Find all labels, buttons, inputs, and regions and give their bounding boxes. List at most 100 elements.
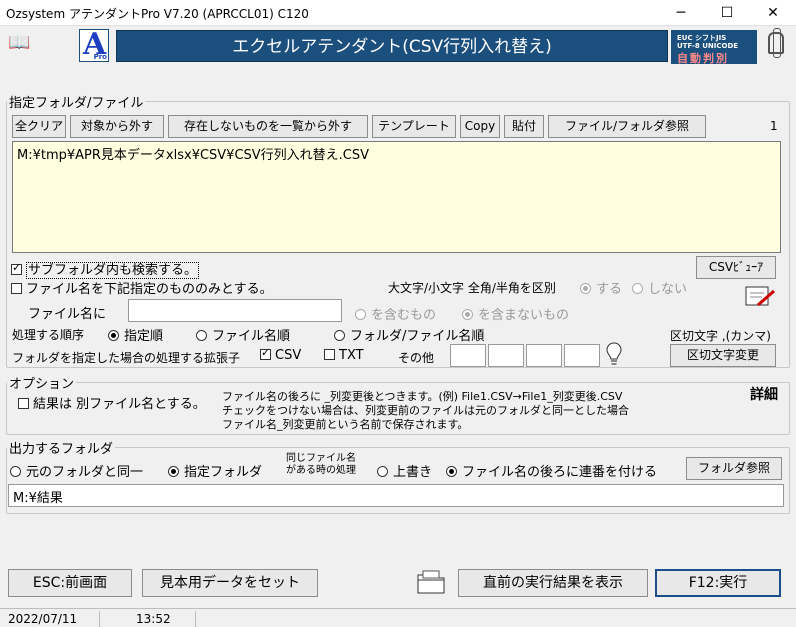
radio-icon[interactable] <box>446 466 457 477</box>
not-contains-label: を含まないもの <box>478 308 570 323</box>
minimize-button[interactable]: ─ <box>658 0 704 26</box>
case-no-label: しない <box>648 282 688 297</box>
case-no-radio[interactable]: しない <box>632 278 687 297</box>
file-folder-browse-button[interactable]: ファイル/フォルダ参照 <box>548 115 706 138</box>
radio-icon[interactable] <box>10 466 21 477</box>
ext-csv-label: CSV <box>275 348 302 363</box>
order-label: 処理する順序 <box>12 328 85 342</box>
clear-all-button[interactable]: 全クリア <box>12 115 66 138</box>
csv-viewer-button[interactable]: CSVﾋﾞｭｰｱ <box>696 256 776 279</box>
radio-icon[interactable] <box>580 283 591 294</box>
copy-button[interactable]: Copy <box>460 115 500 138</box>
radio-icon[interactable] <box>196 330 207 341</box>
edit-filter-icon[interactable] <box>744 283 776 311</box>
logo-sub: Pro <box>93 53 107 61</box>
remove-selected-button[interactable]: 対象から外す <box>70 115 164 138</box>
search-subfolders-checkbox[interactable]: サブフォルダ内も検索する。 <box>11 259 200 279</box>
separate-file-checkbox[interactable]: 結果は 別ファイル名とする。 <box>18 393 206 412</box>
details-link[interactable]: 詳細 <box>750 384 778 404</box>
order-filename-radio[interactable]: ファイル名順 <box>196 325 290 344</box>
ext-txt-label: TXT <box>339 348 364 363</box>
delimiter-change-button[interactable]: 区切文字変更 <box>670 344 776 367</box>
filename-label: ファイル名に <box>28 307 107 322</box>
paste-button[interactable]: 貼付 <box>504 115 544 138</box>
overwrite-label: 上書き <box>393 465 433 480</box>
not-contains-radio[interactable]: を含まないもの <box>462 304 569 323</box>
file-list[interactable]: M:¥tmp¥APR見本データxlsx¥CSV¥CSV行列入れ替え.CSV <box>12 141 781 253</box>
show-last-result-button[interactable]: 直前の実行結果を表示 <box>458 569 648 597</box>
filter-filename-checkbox[interactable]: ファイル名を下記指定のもののみとする。 <box>11 278 273 297</box>
case-yes-label: する <box>596 282 623 297</box>
app-banner: エクセルアテンダント(CSV行列入れ替え) <box>116 30 668 62</box>
extension-label: フォルダを指定した場合の処理する拡張子 <box>12 351 241 365</box>
radio-icon[interactable] <box>632 283 643 294</box>
append-number-radio[interactable]: ファイル名の後ろに連番を付ける <box>446 461 657 480</box>
contains-radio[interactable]: を含むもの <box>355 304 436 323</box>
checkbox-icon[interactable] <box>260 346 271 360</box>
folder-browse-button[interactable]: フォルダ参照 <box>686 457 782 480</box>
app-logo: A Pro <box>79 27 109 62</box>
radio-icon[interactable] <box>334 330 345 341</box>
radio-icon[interactable] <box>108 330 119 341</box>
separate-file-label: 結果は 別ファイル名とする。 <box>33 397 206 412</box>
set-sample-data-button[interactable]: 見本用データをセット <box>142 569 318 597</box>
order-specified-label: 指定順 <box>124 329 164 344</box>
esc-back-button[interactable]: ESC:前画面 <box>8 569 132 597</box>
title-bar: Ozsystem アテンダントPro V7.20 (APRCCL01) C120… <box>0 0 796 26</box>
folder-icon[interactable] <box>416 568 446 596</box>
radio-icon[interactable] <box>168 466 179 477</box>
filter-filename-label: ファイル名を下記指定のもののみとする。 <box>26 282 273 297</box>
ext-other-input-1[interactable] <box>450 344 486 367</box>
close-button[interactable]: ✕ <box>750 0 796 26</box>
maximize-button[interactable]: ☐ <box>704 0 750 26</box>
order-folder-filename-radio[interactable]: フォルダ/ファイル名順 <box>334 325 484 344</box>
file-section-legend: 指定フォルダ/ファイル <box>9 96 144 111</box>
ext-other-input-3[interactable] <box>526 344 562 367</box>
status-date: 2022/07/11 <box>0 611 100 627</box>
order-folder-filename-label: フォルダ/ファイル名順 <box>350 329 485 344</box>
same-name-line1: 同じファイル名 <box>286 453 356 464</box>
overwrite-radio[interactable]: 上書き <box>377 461 432 480</box>
lightbulb-icon[interactable] <box>606 341 622 367</box>
contains-label: を含むもの <box>371 308 437 323</box>
checkbox-icon[interactable] <box>11 283 22 294</box>
ext-other-label: その他 <box>398 351 435 365</box>
paperclip-icon[interactable] <box>764 28 790 68</box>
radio-icon[interactable] <box>462 309 473 320</box>
radio-icon[interactable] <box>377 466 388 477</box>
checkbox-icon[interactable] <box>18 398 29 409</box>
remove-missing-button[interactable]: 存在しないものを一覧から外す <box>168 115 368 138</box>
option-note-3: ファイル名_列変更前という名前で保存されます。 <box>222 418 469 431</box>
manual-book-icon[interactable]: 📖 <box>8 32 30 53</box>
encoding-line3: 自動判別 <box>677 52 729 65</box>
order-filename-label: ファイル名順 <box>212 329 291 344</box>
filename-filter-input[interactable] <box>128 299 342 322</box>
template-button[interactable]: テンプレート <box>372 115 456 138</box>
delimiter-label: 区切文字 ,(カンマ) <box>670 329 771 343</box>
search-subfolders-label: サブフォルダ内も検索する。 <box>26 262 200 279</box>
checkbox-icon[interactable] <box>11 261 22 275</box>
same-folder-radio[interactable]: 元のフォルダと同一 <box>10 461 143 480</box>
case-yes-radio[interactable]: する <box>580 278 622 297</box>
ext-other-input-4[interactable] <box>564 344 600 367</box>
encoding-badge: EUC シフトJIS UTF-8 UNICODE 自動判別 <box>671 30 757 65</box>
case-sensitive-label: 大文字/小文字 全角/半角を区別 <box>388 281 556 295</box>
order-specified-radio[interactable]: 指定順 <box>108 325 163 344</box>
encoding-line2: UTF-8 UNICODE <box>677 42 739 50</box>
file-count: 1 <box>770 119 778 133</box>
append-number-label: ファイル名の後ろに連番を付ける <box>462 465 658 480</box>
status-bar: 2022/07/11 13:52 <box>0 608 796 627</box>
output-path-input[interactable]: M:¥結果 <box>8 484 784 507</box>
ext-csv-checkbox[interactable]: CSV <box>260 346 302 363</box>
specified-folder-radio[interactable]: 指定フォルダ <box>168 461 262 480</box>
status-time: 13:52 <box>100 611 196 627</box>
same-name-line2: がある時の処理 <box>286 465 356 476</box>
same-name-handling-label: 同じファイル名 がある時の処理 <box>286 453 356 477</box>
checkbox-icon[interactable] <box>324 349 335 360</box>
ext-other-input-2[interactable] <box>488 344 524 367</box>
ext-txt-checkbox[interactable]: TXT <box>324 348 364 363</box>
radio-icon[interactable] <box>355 309 366 320</box>
output-legend: 出力するフォルダ <box>9 442 114 457</box>
execute-button[interactable]: F12:実行 <box>655 569 781 597</box>
options-legend: オプション <box>9 377 75 392</box>
